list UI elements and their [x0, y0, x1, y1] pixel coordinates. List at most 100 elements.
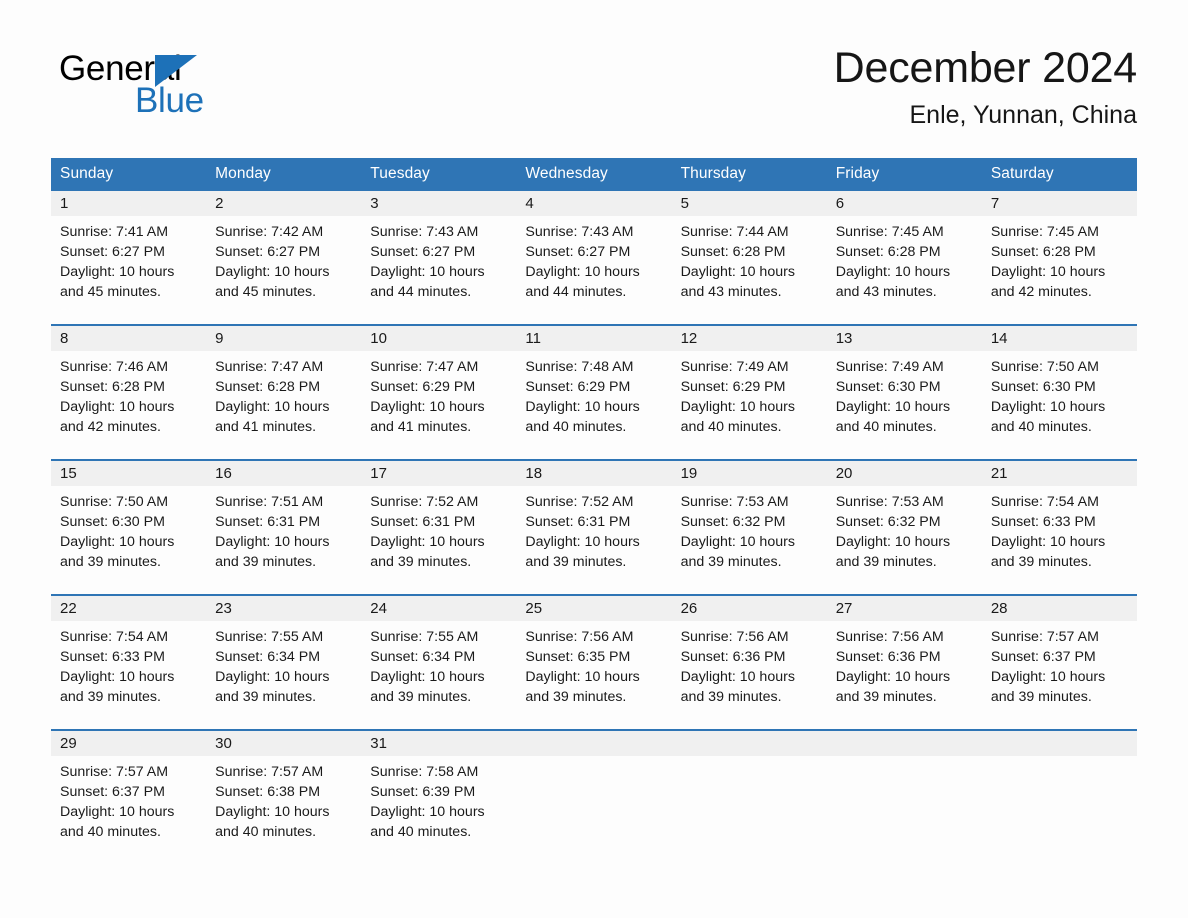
sunset-text: Sunset: 6:28 PM	[215, 379, 321, 395]
sunrise-text: Sunrise: 7:56 AM	[835, 629, 944, 645]
day-details: Sunrise: 7:47 AM Sunset: 6:29 PM Daylight:…	[361, 351, 516, 437]
daylight-text-line2: and 39 minutes.	[525, 689, 627, 705]
day-details: Sunrise: 7:52 AM Sunset: 6:31 PM Daylight:…	[361, 486, 516, 572]
day-cell[interactable]: 26 Sunrise: 7:56 AM Sunset: 6:36 PM Dayligh…	[671, 594, 827, 730]
daylight-text-line1: Daylight: 10 hours	[990, 534, 1106, 550]
day-details: Sunrise: 7:50 AM Sunset: 6:30 PM Daylight:…	[982, 351, 1137, 437]
day-cell[interactable]: 28 Sunrise: 7:57 AM Sunset: 6:37 PM Dayligh…	[981, 594, 1137, 730]
daylight-text-line2: and 39 minutes.	[215, 554, 317, 570]
day-cell[interactable]: 18 Sunrise: 7:52 AM Sunset: 6:31 PM Dayligh…	[516, 459, 672, 595]
day-cell[interactable]: 9 Sunrise: 7:47 AM Sunset: 6:28 PM Daylight…	[206, 324, 362, 460]
day-cell[interactable]: 5 Sunrise: 7:44 AM Sunset: 6:28 PM Daylight…	[671, 191, 827, 325]
daylight-text-line1: Daylight: 10 hours	[835, 264, 951, 280]
daylight-text-line1: Daylight: 10 hours	[525, 264, 640, 280]
sunrise-text: Sunrise: 7:44 AM	[680, 224, 789, 240]
title-block: December 2024 Enle, Yunnan, China	[834, 42, 1138, 130]
sunrise-text: Sunrise: 7:41 AM	[60, 224, 169, 240]
day-details: Sunrise: 7:56 AM Sunset: 6:36 PM Daylight:…	[827, 621, 982, 707]
day-number: 6	[826, 191, 982, 216]
day-number	[981, 731, 1137, 756]
generalblue-logo[interactable]: General Blue	[59, 50, 259, 122]
day-details	[827, 756, 982, 762]
day-cell[interactable]: 14 Sunrise: 7:50 AM Sunset: 6:30 PM Dayligh…	[981, 324, 1137, 460]
daylight-text-line2: and 43 minutes.	[680, 284, 782, 300]
sunrise-text: Sunrise: 7:43 AM	[525, 224, 634, 240]
day-cell[interactable]: 30 Sunrise: 7:57 AM Sunset: 6:38 PM Dayligh…	[206, 729, 362, 864]
sunset-text: Sunset: 6:32 PM	[680, 514, 786, 530]
day-cell[interactable]: 3 Sunrise: 7:43 AM Sunset: 6:27 PM Daylight…	[361, 191, 517, 325]
sunrise-text: Sunrise: 7:55 AM	[370, 629, 479, 645]
day-cell[interactable]: 8 Sunrise: 7:46 AM Sunset: 6:28 PM Daylight…	[51, 324, 207, 460]
daylight-text-line1: Daylight: 10 hours	[215, 264, 330, 280]
day-cell[interactable]: 29 Sunrise: 7:57 AM Sunset: 6:37 PM Dayligh…	[51, 729, 207, 864]
day-cell[interactable]: 13 Sunrise: 7:49 AM Sunset: 6:30 PM Dayligh…	[826, 324, 982, 460]
weekday-header-friday: Friday	[826, 158, 982, 191]
day-cell[interactable]: 12 Sunrise: 7:49 AM Sunset: 6:29 PM Dayligh…	[671, 324, 827, 460]
sunset-text: Sunset: 6:30 PM	[60, 514, 165, 530]
day-details	[516, 756, 671, 762]
day-cell[interactable]: 15 Sunrise: 7:50 AM Sunset: 6:30 PM Dayligh…	[51, 459, 207, 595]
day-cell[interactable]: 24 Sunrise: 7:55 AM Sunset: 6:34 PM Dayligh…	[361, 594, 517, 730]
sunrise-text: Sunrise: 7:53 AM	[835, 494, 944, 510]
daylight-text-line2: and 39 minutes.	[835, 554, 937, 570]
day-cell[interactable]: 11 Sunrise: 7:48 AM Sunset: 6:29 PM Dayligh…	[516, 324, 672, 460]
day-cell[interactable]: 19 Sunrise: 7:53 AM Sunset: 6:32 PM Dayligh…	[671, 459, 827, 595]
sunset-text: Sunset: 6:33 PM	[990, 514, 1096, 530]
daylight-text-line1: Daylight: 10 hours	[60, 399, 175, 415]
day-cell[interactable]: 22 Sunrise: 7:54 AM Sunset: 6:33 PM Dayligh…	[51, 594, 207, 730]
day-cell[interactable]: 21 Sunrise: 7:54 AM Sunset: 6:33 PM Dayligh…	[981, 459, 1137, 595]
day-cell[interactable]: 23 Sunrise: 7:55 AM Sunset: 6:34 PM Dayligh…	[206, 594, 362, 730]
day-details: Sunrise: 7:55 AM Sunset: 6:34 PM Daylight:…	[206, 621, 361, 707]
day-number: 17	[361, 461, 517, 486]
daylight-text-line2: and 39 minutes.	[835, 689, 937, 705]
sunset-text: Sunset: 6:36 PM	[680, 649, 786, 665]
day-number: 9	[206, 326, 362, 351]
sunrise-text: Sunrise: 7:49 AM	[680, 359, 789, 375]
day-cell[interactable]: 25 Sunrise: 7:56 AM Sunset: 6:35 PM Dayligh…	[516, 594, 672, 730]
sunset-text: Sunset: 6:27 PM	[60, 244, 165, 260]
day-cell[interactable]: 4 Sunrise: 7:43 AM Sunset: 6:27 PM Daylight…	[516, 191, 672, 325]
sunrise-text: Sunrise: 7:50 AM	[60, 494, 169, 510]
sunset-text: Sunset: 6:31 PM	[525, 514, 631, 530]
calendar-body: 1 Sunrise: 7:41 AM Sunset: 6:27 PM Daylight…	[51, 191, 1137, 864]
day-cell[interactable]: 20 Sunrise: 7:53 AM Sunset: 6:32 PM Dayligh…	[826, 459, 982, 595]
day-cell[interactable]: 2 Sunrise: 7:42 AM Sunset: 6:27 PM Daylight…	[206, 191, 362, 325]
daylight-text-line1: Daylight: 10 hours	[525, 399, 640, 415]
day-details: Sunrise: 7:48 AM Sunset: 6:29 PM Daylight:…	[516, 351, 671, 437]
day-details: Sunrise: 7:45 AM Sunset: 6:28 PM Daylight:…	[982, 216, 1137, 302]
daylight-text-line2: and 39 minutes.	[990, 689, 1092, 705]
brand-name-blue: Blue	[135, 81, 204, 120]
sunrise-text: Sunrise: 7:52 AM	[370, 494, 479, 510]
daylight-text-line2: and 40 minutes.	[525, 419, 627, 435]
day-number: 4	[516, 191, 672, 216]
day-details: Sunrise: 7:41 AM Sunset: 6:27 PM Daylight:…	[51, 216, 206, 302]
sunrise-text: Sunrise: 7:56 AM	[680, 629, 789, 645]
day-cell[interactable]: 1 Sunrise: 7:41 AM Sunset: 6:27 PM Daylight…	[51, 191, 207, 325]
day-cell[interactable]: 16 Sunrise: 7:51 AM Sunset: 6:31 PM Dayligh…	[206, 459, 362, 595]
weekday-header-monday: Monday	[206, 158, 362, 191]
daylight-text-line2: and 39 minutes.	[215, 689, 317, 705]
day-number: 8	[51, 326, 207, 351]
sunrise-text: Sunrise: 7:48 AM	[525, 359, 634, 375]
daylight-text-line2: and 40 minutes.	[680, 419, 782, 435]
day-number	[516, 731, 672, 756]
daylight-text-line1: Daylight: 10 hours	[990, 264, 1106, 280]
sunrise-text: Sunrise: 7:51 AM	[215, 494, 324, 510]
week-row: 22 Sunrise: 7:54 AM Sunset: 6:33 PM Dayligh…	[51, 594, 1137, 730]
day-number: 31	[361, 731, 517, 756]
day-cell[interactable]: 31 Sunrise: 7:58 AM Sunset: 6:39 PM Dayligh…	[361, 729, 517, 864]
daylight-text-line1: Daylight: 10 hours	[680, 534, 795, 550]
day-cell[interactable]: 27 Sunrise: 7:56 AM Sunset: 6:36 PM Dayligh…	[826, 594, 982, 730]
day-cell[interactable]: 10 Sunrise: 7:47 AM Sunset: 6:29 PM Dayligh…	[361, 324, 517, 460]
day-details: Sunrise: 7:54 AM Sunset: 6:33 PM Daylight:…	[982, 486, 1137, 572]
sunset-text: Sunset: 6:29 PM	[525, 379, 631, 395]
sunrise-text: Sunrise: 7:49 AM	[835, 359, 944, 375]
day-details: Sunrise: 7:42 AM Sunset: 6:27 PM Daylight:…	[206, 216, 361, 302]
day-cell[interactable]: 6 Sunrise: 7:45 AM Sunset: 6:28 PM Daylight…	[826, 191, 982, 325]
day-cell[interactable]: 17 Sunrise: 7:52 AM Sunset: 6:31 PM Dayligh…	[361, 459, 517, 595]
day-number: 11	[516, 326, 672, 351]
daylight-text-line1: Daylight: 10 hours	[835, 399, 951, 415]
daylight-text-line2: and 39 minutes.	[680, 689, 782, 705]
day-cell[interactable]: 7 Sunrise: 7:45 AM Sunset: 6:28 PM Daylight…	[981, 191, 1137, 325]
day-details: Sunrise: 7:53 AM Sunset: 6:32 PM Daylight:…	[672, 486, 827, 572]
